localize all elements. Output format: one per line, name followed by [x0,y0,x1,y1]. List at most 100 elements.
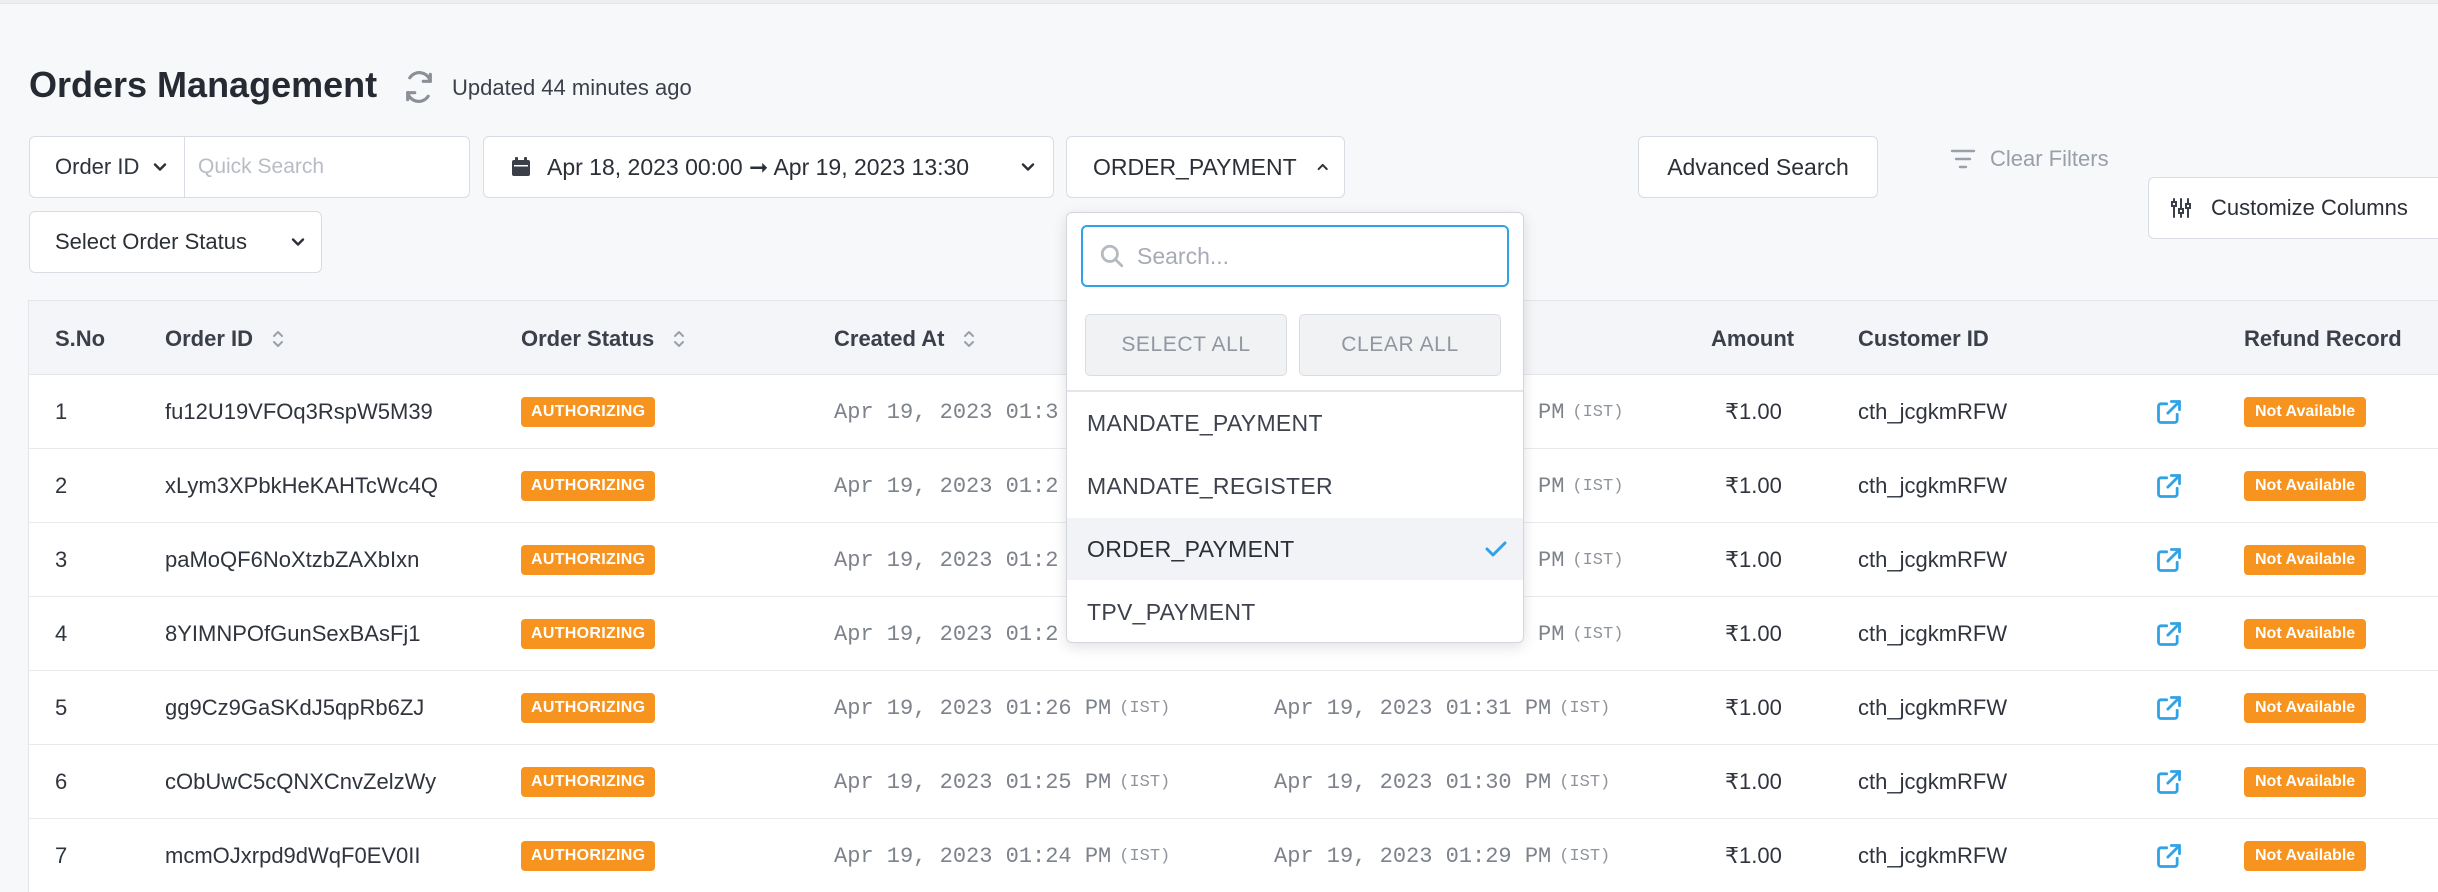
dropdown-search-input[interactable] [1137,242,1477,270]
cell-sno: 1 [55,399,68,424]
id-type-select[interactable]: Order ID [30,137,185,197]
status-badge: AUTHORIZING [521,841,656,871]
external-link-icon[interactable] [2155,472,2183,500]
cell-customer-id: cth_jcgkmRFW [1858,769,2008,794]
last-updated-text: Updated 44 minutes ago [452,75,692,100]
clear-filters-label: Clear Filters [1990,146,2109,171]
cell-order-id[interactable]: mcmOJxrpd9dWqF0EV0II [165,819,421,892]
cell-sno: 3 [55,547,68,572]
search-icon [1100,244,1124,268]
cell-order-id[interactable]: gg9Cz9GaSKdJ5qpRb6ZJ [165,671,424,745]
select-all-button[interactable]: SELECT ALL [1085,314,1287,376]
status-badge: AUTHORIZING [521,619,656,649]
check-icon [1485,541,1507,557]
table-row[interactable]: 5 gg9Cz9GaSKdJ5qpRb6ZJ AUTHORIZING Apr 1… [29,671,2438,745]
option-tpv-payment[interactable]: TPV_PAYMENT [1067,581,1523,643]
chevron-down-icon [1021,163,1035,171]
cell-order-id[interactable]: 8YIMNPOfGunSexBAsFj1 [165,597,421,671]
external-link-icon[interactable] [2155,398,2183,426]
cell-created-at: Apr 19, 2023 01:2 [834,621,1059,647]
cell-order-id[interactable]: fu12U19VFOq3RspW5M39 [165,375,433,449]
option-order-payment[interactable]: ORDER_PAYMENT [1067,518,1523,580]
refund-badge: Not Available [2244,841,2367,871]
sort-icon [674,331,685,347]
cell-sno: 7 [55,843,68,868]
external-link-icon[interactable] [2155,768,2183,796]
chevron-down-icon [291,238,305,246]
refund-badge: Not Available [2244,397,2367,427]
status-badge: AUTHORIZING [521,471,656,501]
order-type-label: ORDER_PAYMENT [1093,153,1297,180]
customize-columns-button[interactable]: Customize Columns [2148,177,2438,239]
customize-columns-label: Customize Columns [2211,195,2408,220]
date-range-picker[interactable]: Apr 18, 2023 00:00 ➞ Apr 19, 2023 13:30 [483,136,1054,198]
cell-sno: 6 [55,769,68,794]
external-link-icon[interactable] [2155,842,2183,870]
cell-updated-at: PM (IST) [1538,473,1624,499]
date-range-label: Apr 18, 2023 00:00 ➞ Apr 19, 2023 13:30 [547,153,970,180]
cell-order-id[interactable]: paMoQF6NoXtzbZAXbIxn [165,523,419,597]
cell-amount: ₹1.00 [1725,473,1782,498]
cell-sno: 5 [55,695,68,720]
cell-customer-id: cth_jcgkmRFW [1858,621,2008,646]
option-mandate-payment[interactable]: MANDATE_PAYMENT [1067,392,1523,454]
id-search-group: Order ID [29,136,470,198]
order-type-dropdown: SELECT ALL CLEAR ALL MANDATE_PAYMENT MAN… [1066,212,1524,643]
refund-badge: Not Available [2244,619,2367,649]
table-row[interactable]: 7 mcmOJxrpd9dWqF0EV0II AUTHORIZING Apr 1… [29,819,2438,892]
chevron-up-icon [1317,163,1328,171]
clear-filters-button[interactable]: Clear Filters [1950,146,2109,172]
col-order-id[interactable]: Order ID [165,326,285,352]
cell-created-at: Apr 19, 2023 01:3 [834,399,1059,425]
cell-sno: 2 [55,473,68,498]
status-badge: AUTHORIZING [521,693,656,723]
status-badge: AUTHORIZING [521,767,656,797]
status-badge: AUTHORIZING [521,545,656,575]
cell-amount: ₹1.00 [1725,621,1782,646]
cell-sno: 4 [55,621,68,646]
advanced-search-button[interactable]: Advanced Search [1638,136,1878,198]
clear-all-button[interactable]: CLEAR ALL [1299,314,1501,376]
advanced-search-label: Advanced Search [1667,153,1849,180]
cell-updated-at: PM (IST) [1538,399,1624,425]
cell-customer-id: cth_jcgkmRFW [1858,547,2008,572]
cell-amount: ₹1.00 [1725,843,1782,868]
option-mandate-register[interactable]: MANDATE_REGISTER [1067,455,1523,517]
status-badge: AUTHORIZING [521,397,656,427]
refresh-icon[interactable] [402,70,436,104]
page-title: Orders Management [29,64,378,105]
option-label: ORDER_PAYMENT [1087,535,1295,562]
order-status-label: Select Order Status [55,229,247,254]
external-link-icon[interactable] [2155,620,2183,648]
order-type-select[interactable]: ORDER_PAYMENT [1066,136,1345,198]
cell-updated-at: Apr 19, 2023 01:29 PM (IST) [1274,843,1611,869]
cell-created-at: Apr 19, 2023 01:2 [834,547,1059,573]
cell-updated-at: PM (IST) [1538,621,1624,647]
cell-customer-id: cth_jcgkmRFW [1858,399,2008,424]
refund-badge: Not Available [2244,767,2367,797]
cell-order-id[interactable]: cObUwC5cQNXCnvZelzWy [165,745,436,819]
top-border [0,0,2438,4]
table-row[interactable]: 6 cObUwC5cQNXCnvZelzWy AUTHORIZING Apr 1… [29,745,2438,819]
cell-created-at: Apr 19, 2023 01:2 [834,473,1059,499]
quick-search-input[interactable] [185,137,469,197]
cell-customer-id: cth_jcgkmRFW [1858,695,2008,720]
refund-badge: Not Available [2244,545,2367,575]
col-order-status[interactable]: Order Status [521,326,686,352]
cell-created-at: Apr 19, 2023 01:25 PM (IST) [834,769,1171,795]
cell-created-at: Apr 19, 2023 01:26 PM (IST) [834,695,1171,721]
cell-order-id[interactable]: xLym3XPbkHeKAHTcWc4Q [165,449,438,523]
cell-amount: ₹1.00 [1725,769,1782,794]
external-link-icon[interactable] [2155,546,2183,574]
external-link-icon[interactable] [2155,694,2183,722]
order-status-select[interactable]: Select Order Status [29,211,322,273]
col-created-at[interactable]: Created At [834,326,976,352]
cell-customer-id: cth_jcgkmRFW [1858,843,2008,868]
id-type-label: Order ID [55,154,140,179]
sort-icon [964,331,975,347]
dropdown-search-box[interactable] [1081,225,1509,287]
cell-created-at: Apr 19, 2023 01:24 PM (IST) [834,843,1171,869]
sliders-icon [2171,198,2191,218]
cell-customer-id: cth_jcgkmRFW [1858,473,2008,498]
refund-badge: Not Available [2244,471,2367,501]
